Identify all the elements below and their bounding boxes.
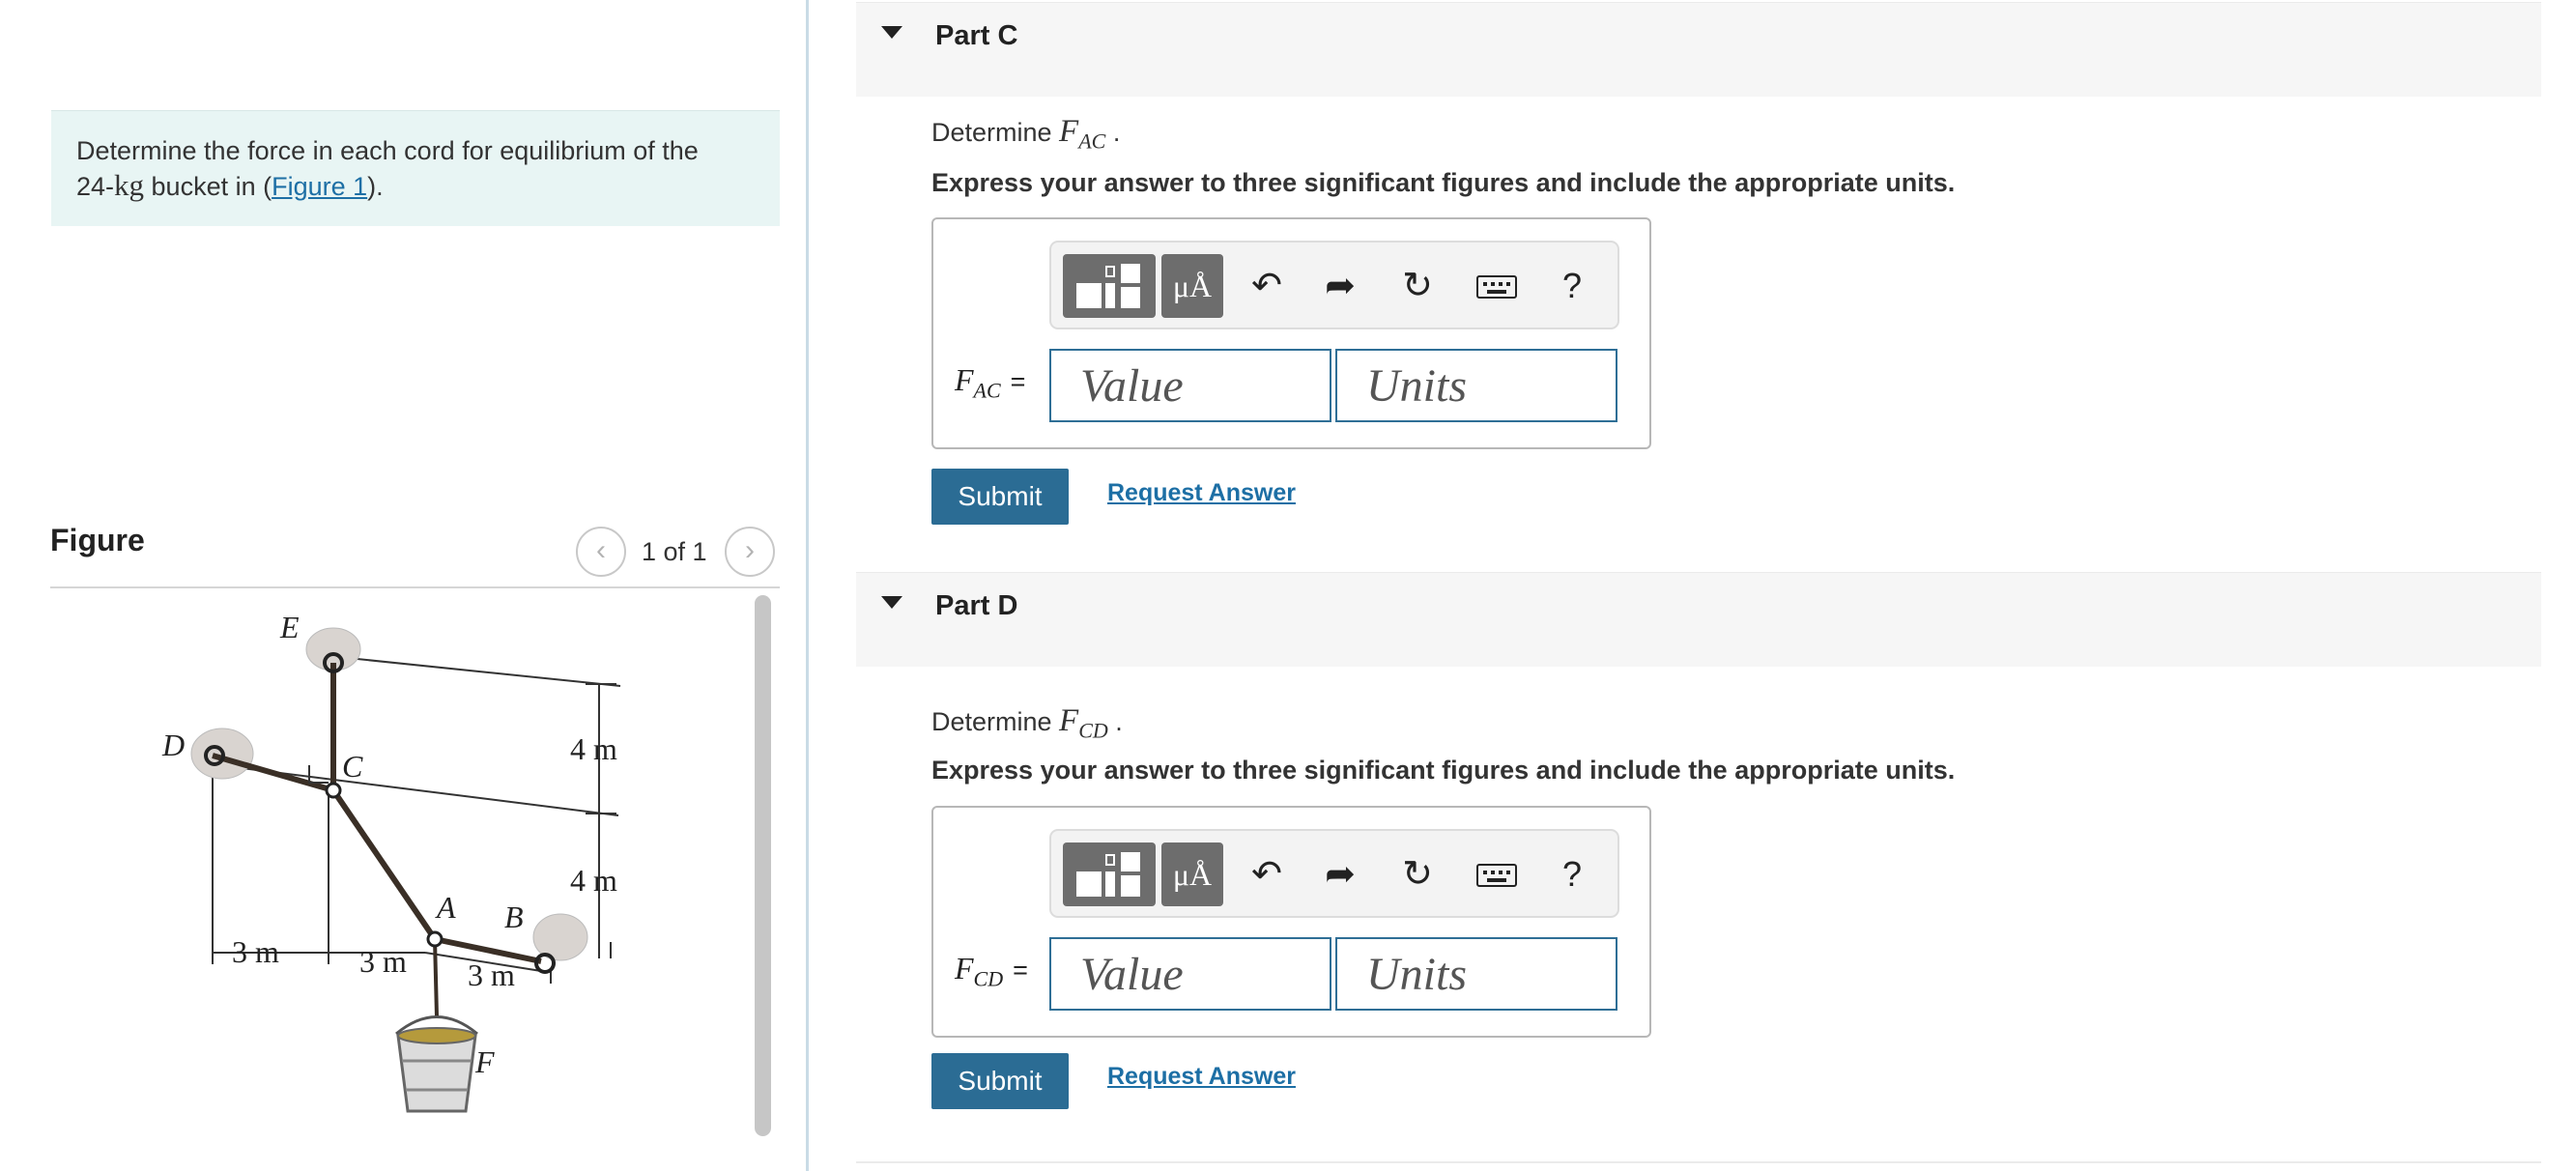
problem-text-after: ).	[367, 172, 384, 201]
units-input[interactable]	[1335, 349, 1617, 422]
prompt-subscript: AC	[1078, 129, 1106, 154]
value-input[interactable]	[1049, 937, 1331, 1011]
reset-icon[interactable]: ↻	[1391, 843, 1444, 906]
variable-label: FCD =	[955, 951, 1028, 991]
label-d: D	[161, 728, 185, 762]
prompt-text: Determine	[931, 118, 1060, 147]
problem-mass-unit: kg	[114, 168, 145, 202]
help-button[interactable]: ?	[1546, 254, 1598, 318]
figure-heading: Figure	[50, 523, 145, 557]
dim-4m-lower: 4 m	[570, 863, 617, 898]
units-button[interactable]: μÅ	[1161, 254, 1223, 318]
part-c-header[interactable]: Part C	[856, 2, 2541, 97]
label-a: A	[435, 890, 456, 925]
pane-divider	[806, 0, 809, 1171]
problem-statement: Determine the force in each cord for equ…	[51, 110, 780, 226]
part-c-title: Part C	[935, 20, 1018, 51]
help-button[interactable]: ?	[1546, 843, 1598, 906]
part-d-header[interactable]: Part D	[856, 572, 2541, 667]
label-b: B	[504, 900, 524, 934]
part-d-prompt: Determine FCD .	[931, 703, 1123, 744]
part-c-request-answer-link[interactable]: Request Answer	[1107, 479, 1296, 507]
redo-icon[interactable]: ➦	[1314, 843, 1366, 906]
equals-sign: =	[1013, 956, 1028, 985]
chevron-right-icon[interactable]: ›	[725, 527, 775, 577]
chevron-left-icon[interactable]: ‹	[576, 527, 626, 577]
dim-3m-left: 3 m	[232, 934, 279, 969]
bucket	[396, 1034, 477, 1113]
caret-down-icon	[881, 26, 902, 39]
units-input[interactable]	[1335, 937, 1617, 1011]
templates-icon[interactable]	[1063, 254, 1156, 318]
reset-icon[interactable]: ↻	[1391, 254, 1444, 318]
caret-down-icon	[881, 596, 902, 609]
part-c-instructions: Express your answer to three significant…	[931, 168, 1956, 197]
dim-3m-middle: 3 m	[359, 944, 407, 979]
templates-icon[interactable]	[1063, 843, 1156, 906]
undo-icon[interactable]: ↶	[1241, 254, 1293, 318]
label-e: E	[279, 610, 300, 644]
math-toolbar: μÅ ↶ ➦ ↻ ?	[1049, 829, 1619, 918]
keyboard-icon[interactable]	[1469, 843, 1531, 906]
equals-sign: =	[1010, 367, 1026, 396]
bottom-divider	[856, 1161, 2541, 1163]
part-d-request-answer-link[interactable]: Request Answer	[1107, 1063, 1296, 1091]
math-toolbar: μÅ ↶ ➦ ↻ ?	[1049, 241, 1619, 329]
figure-divider	[50, 586, 780, 588]
prompt-suffix: .	[1107, 707, 1123, 736]
left-pane: Determine the force in each cord for equ…	[0, 0, 806, 1171]
var-subscript: AC	[973, 378, 1001, 403]
dim-4m-upper: 4 m	[570, 731, 617, 766]
prompt-subscript: CD	[1078, 718, 1108, 743]
prompt-symbol: F	[1059, 114, 1079, 149]
variable-label: FAC =	[955, 362, 1025, 403]
problem-text: Determine the force in each cord for equ…	[76, 136, 699, 165]
part-c-submit-button[interactable]: Submit	[931, 469, 1069, 525]
prompt-text: Determine	[931, 707, 1060, 736]
units-button[interactable]: μÅ	[1161, 843, 1223, 906]
figure-pager-count: 1 of 1	[642, 537, 707, 566]
figure-scrollbar-thumb[interactable]	[755, 595, 771, 1136]
problem-text-middle: bucket in (	[144, 172, 272, 201]
keyboard-icon[interactable]	[1469, 254, 1531, 318]
var-symbol: F	[955, 362, 974, 397]
part-d-submit-button[interactable]: Submit	[931, 1053, 1069, 1109]
part-d-instructions: Express your answer to three significant…	[931, 756, 1956, 785]
var-subscript: CD	[973, 966, 1004, 991]
part-c-answer-box: μÅ ↶ ➦ ↻ ? FAC =	[931, 217, 1651, 449]
part-d-title: Part D	[935, 590, 1018, 621]
part-c-prompt: Determine FAC .	[931, 114, 1120, 155]
problem-mass-value: 24-	[76, 172, 115, 201]
value-input[interactable]	[1049, 349, 1331, 422]
part-d-answer-box: μÅ ↶ ➦ ↻ ? FCD =	[931, 806, 1651, 1038]
undo-icon[interactable]: ↶	[1241, 843, 1293, 906]
prompt-symbol: F	[1059, 703, 1079, 738]
prompt-suffix: .	[1105, 118, 1121, 147]
var-symbol: F	[955, 951, 974, 985]
bucket-cord-figure: E D C A B F 4 m 4 m 3 m 3 m 3 m	[161, 610, 621, 1113]
label-f: F	[474, 1044, 495, 1079]
figure-link[interactable]: Figure 1	[272, 172, 367, 201]
dim-3m-right: 3 m	[468, 957, 515, 992]
label-c: C	[342, 749, 363, 784]
redo-icon[interactable]: ➦	[1314, 254, 1366, 318]
